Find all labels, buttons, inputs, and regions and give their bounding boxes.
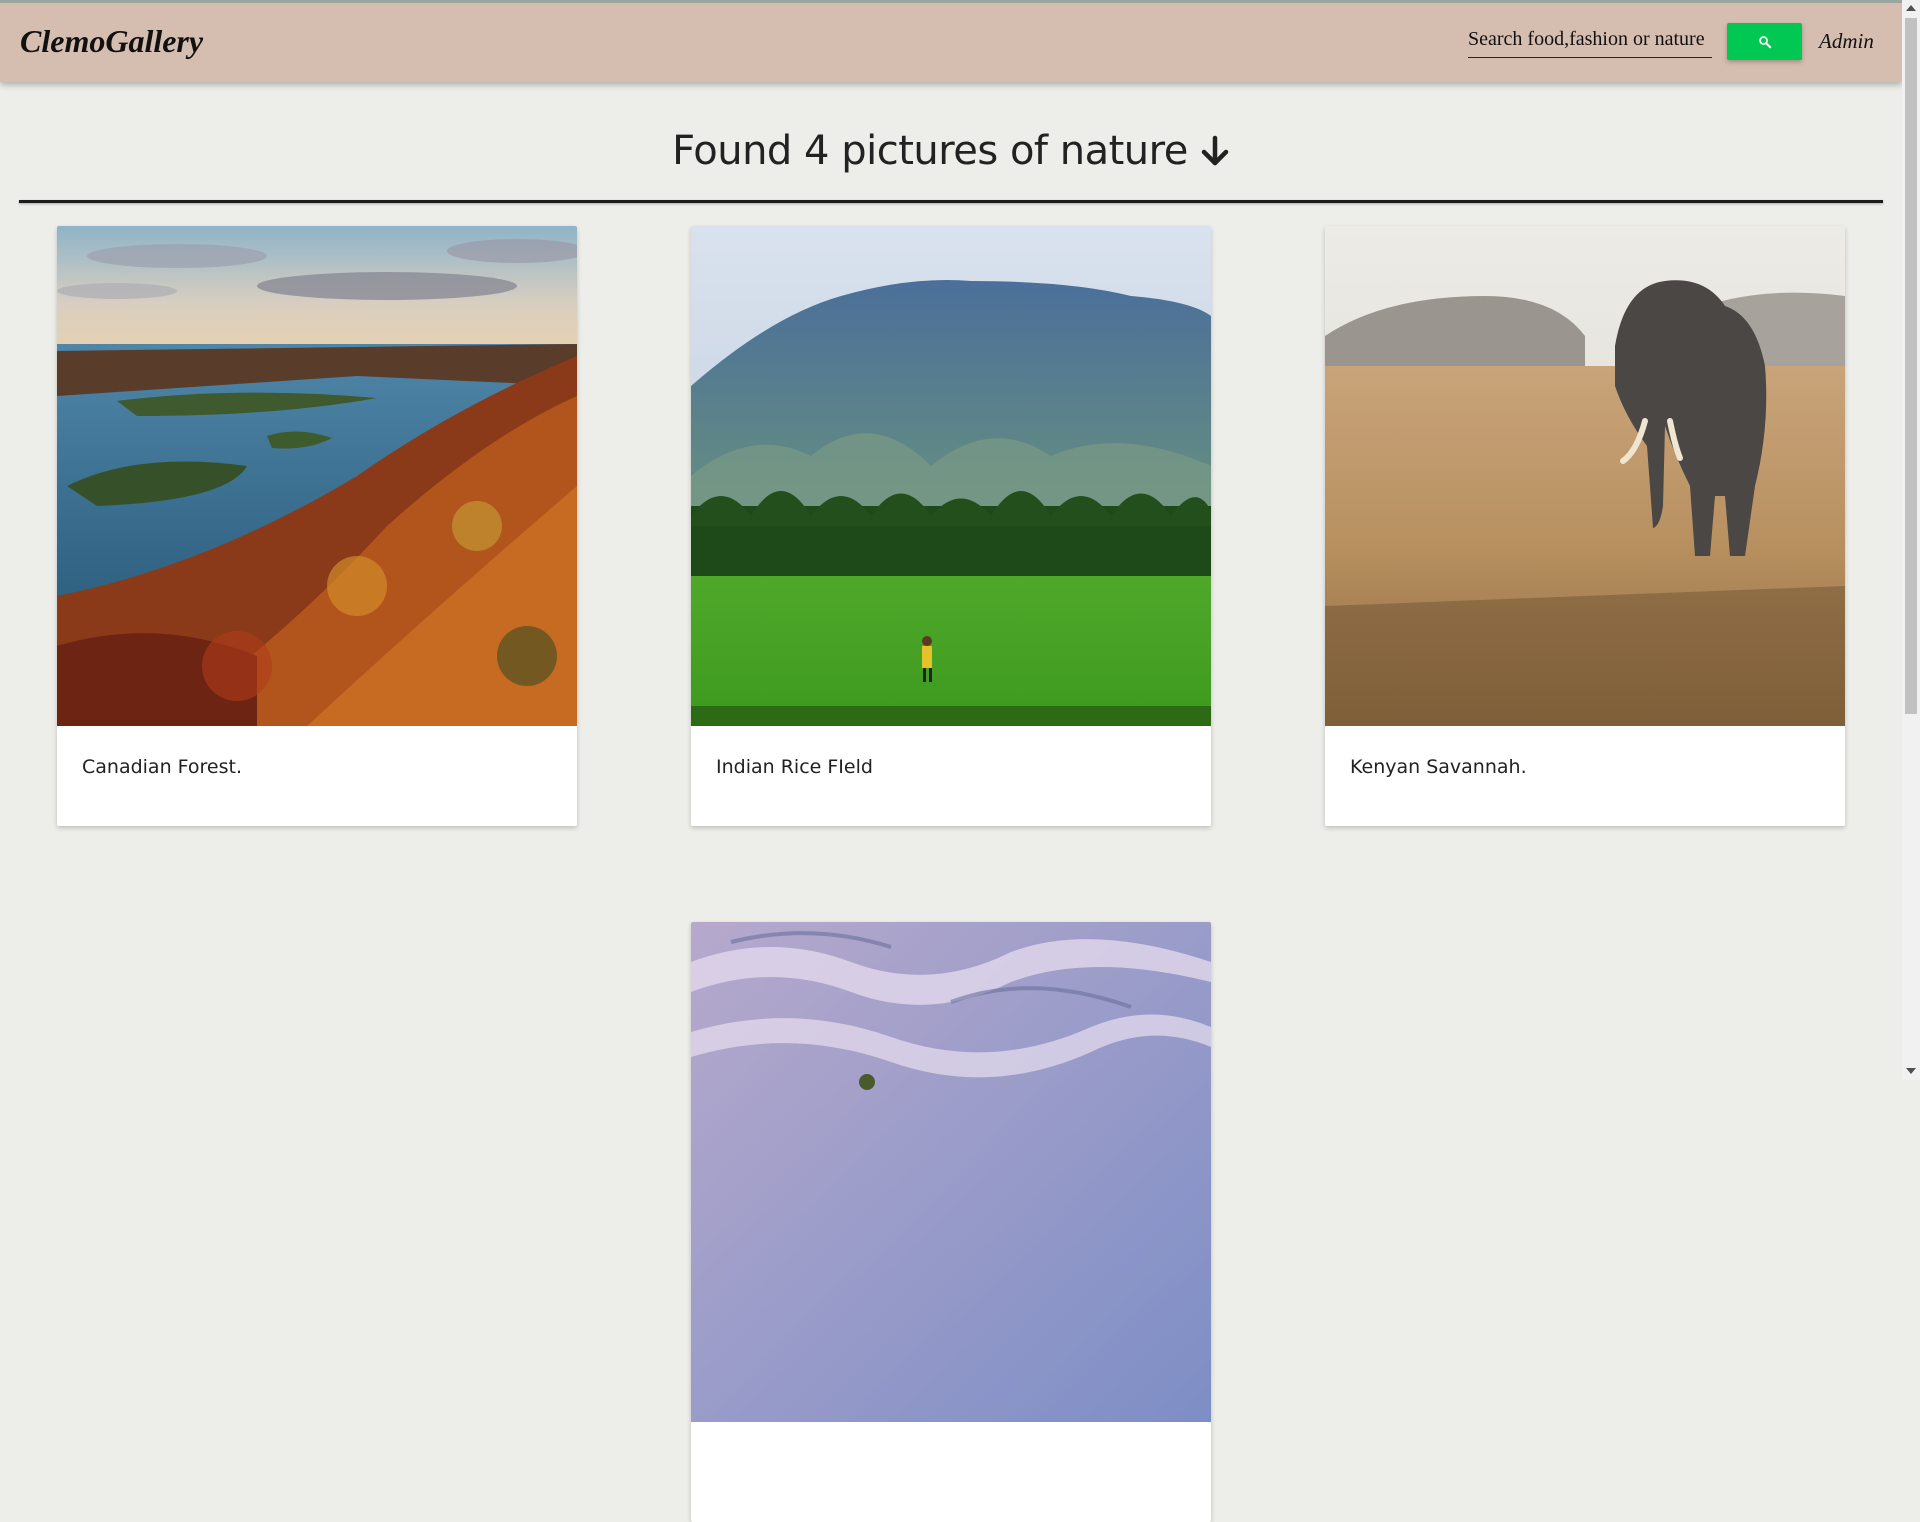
- page-scrollbar[interactable]: [1902, 0, 1920, 1080]
- results-heading: Found 4 pictures of nature: [0, 128, 1902, 174]
- admin-link[interactable]: Admin: [1819, 29, 1874, 54]
- search-icon: [1758, 35, 1771, 48]
- card-image[interactable]: [1325, 226, 1845, 726]
- results-heading-text: Found 4 pictures of nature: [672, 128, 1188, 174]
- gallery-card[interactable]: Canadian Forest.: [57, 226, 577, 826]
- scroll-up-icon[interactable]: [1906, 5, 1916, 11]
- gallery-card[interactable]: Kenyan Savannah.: [1325, 226, 1845, 826]
- card-caption: Kenyan Savannah.: [1350, 756, 1527, 778]
- gallery-card[interactable]: Indian Rice FIeld: [691, 226, 1211, 826]
- arrow-down-icon: [1201, 135, 1229, 166]
- navbar: ClemoGallery Admin: [0, 0, 1902, 82]
- scroll-thumb[interactable]: [1905, 18, 1917, 714]
- card-caption: Canadian Forest.: [82, 756, 243, 778]
- heading-divider: [19, 200, 1883, 203]
- card-image[interactable]: [57, 226, 577, 726]
- card-caption: Indian Rice FIeld: [716, 756, 873, 778]
- card-caption: [691, 1422, 1211, 1522]
- search-input[interactable]: [1468, 21, 1712, 58]
- scroll-down-icon[interactable]: [1906, 1068, 1916, 1074]
- card-image[interactable]: [691, 922, 1211, 1422]
- card-image[interactable]: [691, 226, 1211, 726]
- search-button[interactable]: [1727, 23, 1802, 60]
- brand-logo[interactable]: ClemoGallery: [20, 23, 203, 60]
- gallery-card[interactable]: [691, 922, 1211, 1522]
